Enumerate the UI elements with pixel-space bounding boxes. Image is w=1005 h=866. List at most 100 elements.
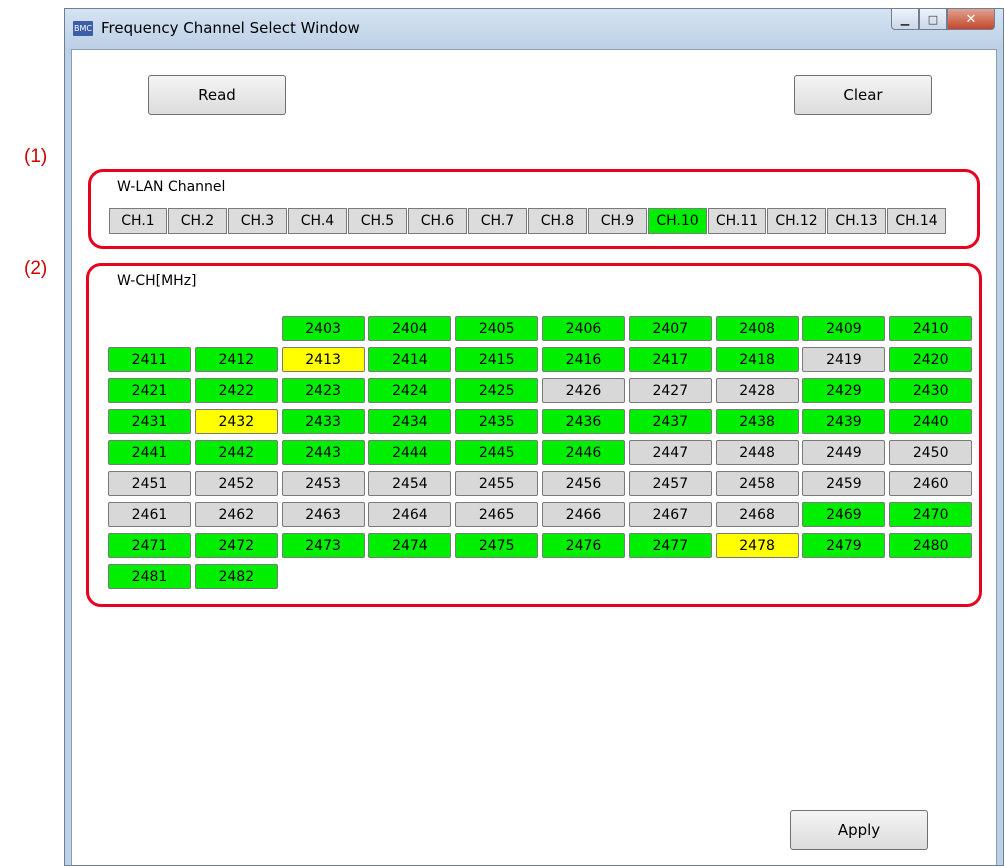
- frequency-button-2410[interactable]: 2410: [889, 316, 973, 341]
- frequency-button-2441[interactable]: 2441: [108, 440, 191, 465]
- frequency-button-2472[interactable]: 2472: [194, 533, 278, 558]
- frequency-button-2408[interactable]: 2408: [715, 316, 799, 341]
- frequency-button-2465[interactable]: 2465: [455, 502, 539, 527]
- frequency-button-2414[interactable]: 2414: [368, 347, 452, 372]
- frequency-button-2433[interactable]: 2433: [281, 409, 365, 434]
- frequency-button-2423[interactable]: 2423: [281, 378, 365, 403]
- frequency-button-2481[interactable]: 2481: [108, 564, 191, 589]
- frequency-button-2462[interactable]: 2462: [194, 502, 278, 527]
- frequency-button-2454[interactable]: 2454: [368, 471, 452, 496]
- frequency-button-2422[interactable]: 2422: [194, 378, 278, 403]
- frequency-button-2417[interactable]: 2417: [628, 347, 712, 372]
- frequency-button-2450[interactable]: 2450: [889, 440, 973, 465]
- frequency-button-2460[interactable]: 2460: [889, 471, 973, 496]
- close-button[interactable]: ✕: [947, 9, 995, 30]
- frequency-button-2447[interactable]: 2447: [628, 440, 712, 465]
- frequency-button-2428[interactable]: 2428: [715, 378, 799, 403]
- frequency-button-2473[interactable]: 2473: [281, 533, 365, 558]
- frequency-button-2415[interactable]: 2415: [455, 347, 539, 372]
- wlan-channel-button[interactable]: CH.2: [168, 208, 227, 234]
- frequency-button-2443[interactable]: 2443: [281, 440, 365, 465]
- frequency-button-2480[interactable]: 2480: [889, 533, 973, 558]
- frequency-button-2431[interactable]: 2431: [108, 409, 191, 434]
- title-bar[interactable]: BMC Frequency Channel Select Window ▁ □ …: [65, 9, 1003, 49]
- frequency-button-2416[interactable]: 2416: [542, 347, 625, 372]
- apply-button[interactable]: Apply: [790, 810, 928, 850]
- frequency-button-2404[interactable]: 2404: [368, 316, 452, 341]
- frequency-button-2411[interactable]: 2411: [108, 347, 191, 372]
- frequency-button-2453[interactable]: 2453: [281, 471, 365, 496]
- frequency-button-2439[interactable]: 2439: [802, 409, 886, 434]
- clear-button[interactable]: Clear: [794, 75, 932, 115]
- frequency-button-2438[interactable]: 2438: [715, 409, 799, 434]
- frequency-button-2409[interactable]: 2409: [802, 316, 886, 341]
- frequency-button-2446[interactable]: 2446: [542, 440, 625, 465]
- frequency-button-2427[interactable]: 2427: [628, 378, 712, 403]
- frequency-button-2478[interactable]: 2478: [715, 533, 799, 558]
- frequency-button-2405[interactable]: 2405: [455, 316, 539, 341]
- frequency-button-2435[interactable]: 2435: [455, 409, 539, 434]
- frequency-button-2437[interactable]: 2437: [628, 409, 712, 434]
- wlan-channel-button[interactable]: CH.1: [109, 208, 167, 234]
- frequency-button-2449[interactable]: 2449: [802, 440, 886, 465]
- frequency-button-2429[interactable]: 2429: [802, 378, 886, 403]
- frequency-button-2412[interactable]: 2412: [194, 347, 278, 372]
- frequency-button-2420[interactable]: 2420: [889, 347, 973, 372]
- frequency-button-2455[interactable]: 2455: [455, 471, 539, 496]
- frequency-button-2459[interactable]: 2459: [802, 471, 886, 496]
- wlan-channel-button[interactable]: CH.5: [348, 208, 407, 234]
- frequency-button-2468[interactable]: 2468: [715, 502, 799, 527]
- frequency-button-2469[interactable]: 2469: [802, 502, 886, 527]
- wlan-channel-button[interactable]: CH.14: [887, 208, 946, 234]
- frequency-button-2457[interactable]: 2457: [628, 471, 712, 496]
- frequency-button-2434[interactable]: 2434: [368, 409, 452, 434]
- frequency-button-2464[interactable]: 2464: [368, 502, 452, 527]
- frequency-button-2442[interactable]: 2442: [194, 440, 278, 465]
- maximize-button[interactable]: □: [919, 9, 947, 30]
- wlan-channel-button[interactable]: CH.12: [767, 208, 826, 234]
- frequency-button-2466[interactable]: 2466: [542, 502, 625, 527]
- frequency-button-2467[interactable]: 2467: [628, 502, 712, 527]
- frequency-button-2424[interactable]: 2424: [368, 378, 452, 403]
- frequency-button-2456[interactable]: 2456: [542, 471, 625, 496]
- frequency-button-2477[interactable]: 2477: [628, 533, 712, 558]
- frequency-button-2470[interactable]: 2470: [889, 502, 973, 527]
- minimize-button[interactable]: ▁: [891, 9, 919, 30]
- frequency-button-2471[interactable]: 2471: [108, 533, 191, 558]
- frequency-button-2474[interactable]: 2474: [368, 533, 452, 558]
- frequency-button-2413[interactable]: 2413: [281, 347, 365, 372]
- frequency-button-2461[interactable]: 2461: [108, 502, 191, 527]
- frequency-button-2421[interactable]: 2421: [108, 378, 191, 403]
- wlan-channel-button[interactable]: CH.8: [528, 208, 587, 234]
- wlan-channel-button[interactable]: CH.9: [588, 208, 647, 234]
- wlan-channel-button[interactable]: CH.13: [827, 208, 886, 234]
- frequency-button-2419[interactable]: 2419: [802, 347, 886, 372]
- frequency-button-2426[interactable]: 2426: [542, 378, 625, 403]
- frequency-button-2436[interactable]: 2436: [542, 409, 625, 434]
- frequency-button-2458[interactable]: 2458: [715, 471, 799, 496]
- frequency-button-2476[interactable]: 2476: [542, 533, 625, 558]
- frequency-button-2463[interactable]: 2463: [281, 502, 365, 527]
- frequency-button-2407[interactable]: 2407: [628, 316, 712, 341]
- frequency-button-2451[interactable]: 2451: [108, 471, 191, 496]
- wlan-channel-button[interactable]: CH.10: [648, 208, 707, 234]
- frequency-button-2445[interactable]: 2445: [455, 440, 539, 465]
- frequency-button-2432[interactable]: 2432: [194, 409, 278, 434]
- frequency-button-2475[interactable]: 2475: [455, 533, 539, 558]
- wlan-channel-button[interactable]: CH.11: [708, 208, 766, 234]
- frequency-button-2444[interactable]: 2444: [368, 440, 452, 465]
- frequency-button-2482[interactable]: 2482: [194, 564, 278, 589]
- frequency-button-2406[interactable]: 2406: [542, 316, 625, 341]
- frequency-button-2452[interactable]: 2452: [194, 471, 278, 496]
- frequency-button-2425[interactable]: 2425: [455, 378, 539, 403]
- frequency-button-2479[interactable]: 2479: [802, 533, 886, 558]
- frequency-button-2440[interactable]: 2440: [889, 409, 973, 434]
- wlan-channel-button[interactable]: CH.3: [228, 208, 287, 234]
- frequency-button-2418[interactable]: 2418: [715, 347, 799, 372]
- frequency-button-2448[interactable]: 2448: [715, 440, 799, 465]
- wlan-channel-button[interactable]: CH.6: [408, 208, 467, 234]
- wlan-channel-button[interactable]: CH.4: [288, 208, 347, 234]
- frequency-button-2403[interactable]: 2403: [281, 316, 365, 341]
- frequency-button-2430[interactable]: 2430: [889, 378, 973, 403]
- wlan-channel-button[interactable]: CH.7: [468, 208, 527, 234]
